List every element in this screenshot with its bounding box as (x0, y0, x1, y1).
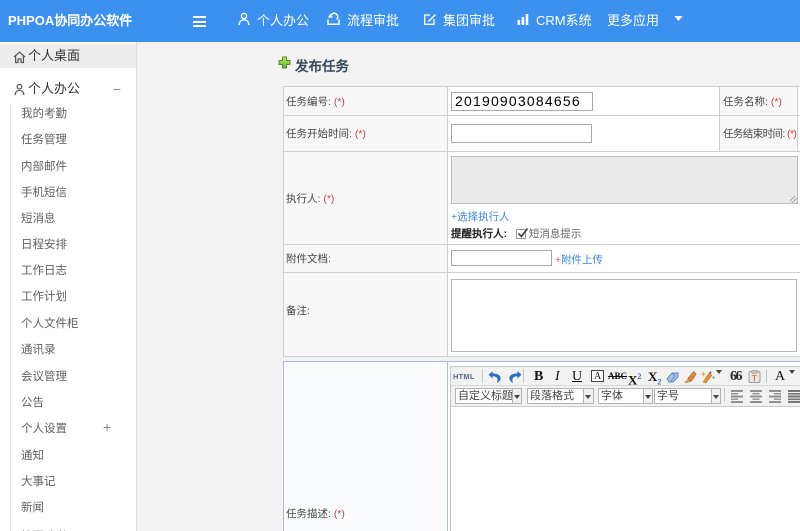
svg-text:T: T (752, 374, 757, 383)
